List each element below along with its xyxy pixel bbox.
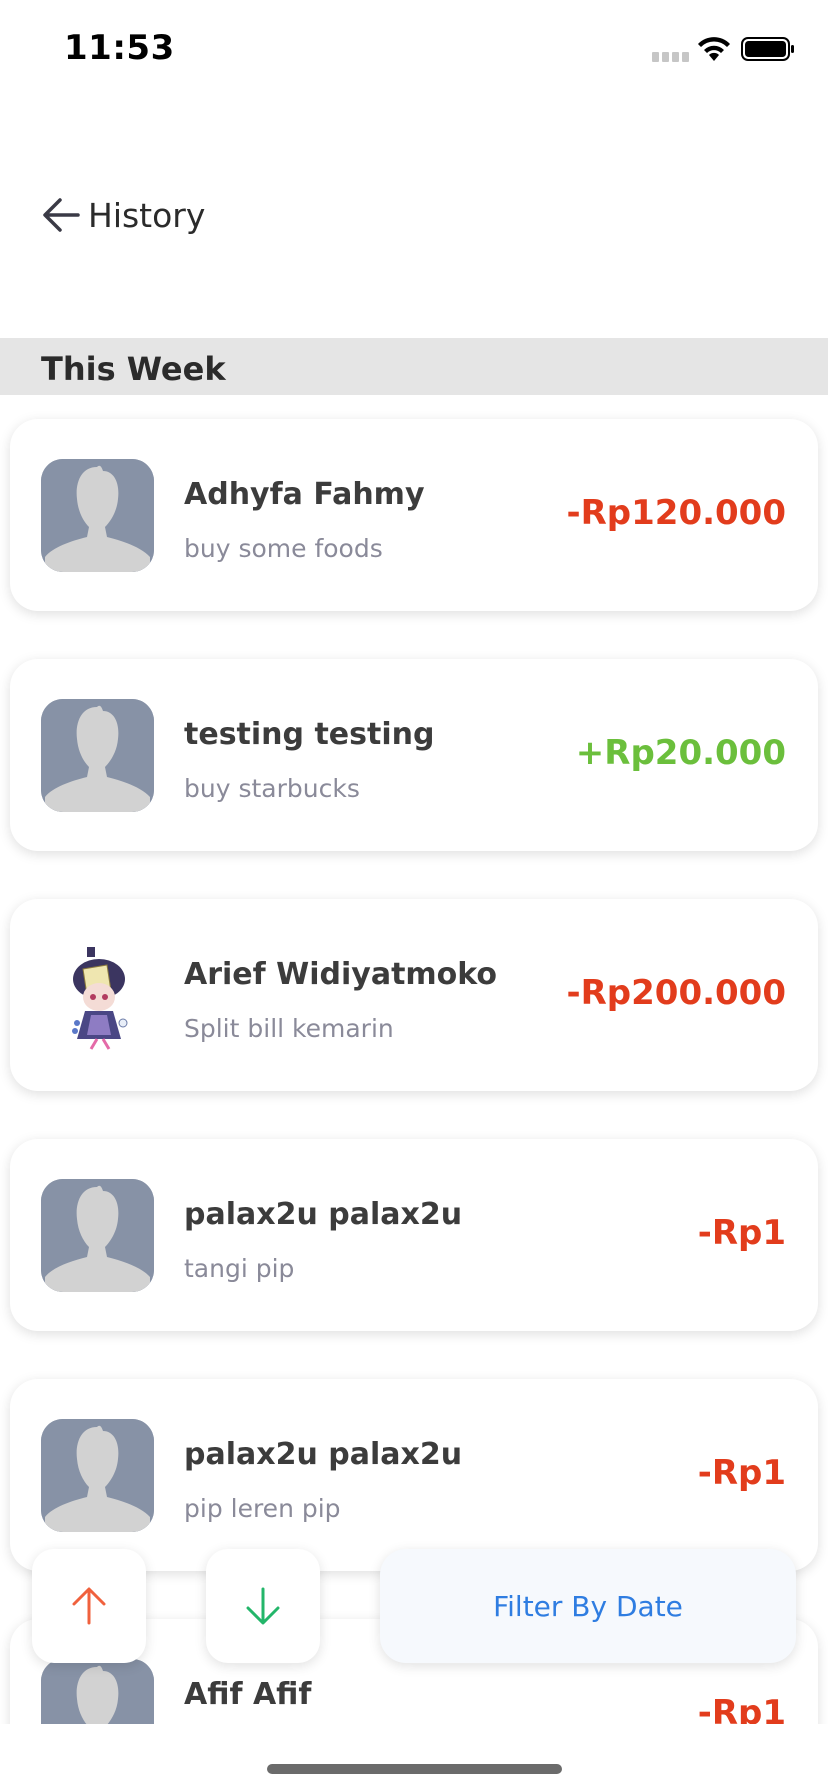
history-screen: 11:53 History This Week Adhyfa Fahmy buy… <box>0 0 828 1792</box>
transaction-card[interactable]: testing testing buy starbucks +Rp20.000 <box>10 659 818 851</box>
page-title: History <box>88 196 206 235</box>
transaction-amount: -Rp1 <box>697 1453 786 1493</box>
transaction-amount: +Rp20.000 <box>575 733 786 773</box>
top-bar: History <box>0 180 828 260</box>
filter-by-date-button[interactable]: Filter By Date <box>380 1549 796 1663</box>
anime-character-avatar-icon <box>41 939 154 1052</box>
transaction-name: testing testing <box>184 717 435 752</box>
bottom-safe-area <box>0 1724 828 1792</box>
default-avatar-icon <box>41 459 154 572</box>
transaction-card[interactable]: palax2u palax2u pip leren pip -Rp1 <box>10 1379 818 1571</box>
transaction-list[interactable]: Adhyfa Fahmy buy some foods -Rp120.000 t… <box>0 395 828 1725</box>
transaction-card[interactable]: Arief Widiyatmoko Split bill kemarin -Rp… <box>10 899 818 1091</box>
transaction-note: buy starbucks <box>184 774 360 803</box>
default-avatar-icon <box>41 699 154 812</box>
section-title: This Week <box>41 350 226 388</box>
sort-income-button[interactable] <box>32 1549 146 1663</box>
status-time: 11:53 <box>64 28 175 68</box>
default-avatar-icon <box>41 1659 154 1725</box>
sort-expense-button[interactable] <box>206 1549 320 1663</box>
transaction-card[interactable]: palax2u palax2u tangi pip -Rp1 <box>10 1139 818 1331</box>
cellular-signal-icon <box>652 52 690 62</box>
home-indicator[interactable] <box>267 1764 562 1774</box>
transaction-name: palax2u palax2u <box>184 1197 463 1232</box>
transaction-note: buy some foods <box>184 534 383 563</box>
battery-icon <box>741 37 794 61</box>
default-avatar-icon <box>41 1419 154 1532</box>
transaction-note: Split bill kemarin <box>184 1014 394 1043</box>
transaction-card[interactable]: Adhyfa Fahmy buy some foods -Rp120.000 <box>10 419 818 611</box>
transaction-amount: -Rp1 <box>697 1693 786 1725</box>
wifi-icon <box>698 37 730 61</box>
arrow-down-icon <box>246 1587 280 1625</box>
transaction-amount: -Rp1 <box>697 1213 786 1253</box>
status-bar: 11:53 <box>0 0 828 100</box>
transaction-name: Adhyfa Fahmy <box>184 477 425 512</box>
section-header: This Week <box>0 338 828 395</box>
transaction-note: pip leren pip <box>184 1494 341 1523</box>
transaction-amount: -Rp200.000 <box>566 973 787 1013</box>
arrow-up-icon <box>72 1587 106 1625</box>
arrow-left-icon[interactable] <box>40 194 82 236</box>
transaction-name: palax2u palax2u <box>184 1437 463 1472</box>
transaction-name: Afif Afif <box>184 1677 312 1712</box>
transaction-amount: -Rp120.000 <box>566 493 787 533</box>
transaction-name: Arief Widiyatmoko <box>184 957 498 992</box>
default-avatar-icon <box>41 1179 154 1292</box>
transaction-note: tangi pip <box>184 1254 295 1283</box>
